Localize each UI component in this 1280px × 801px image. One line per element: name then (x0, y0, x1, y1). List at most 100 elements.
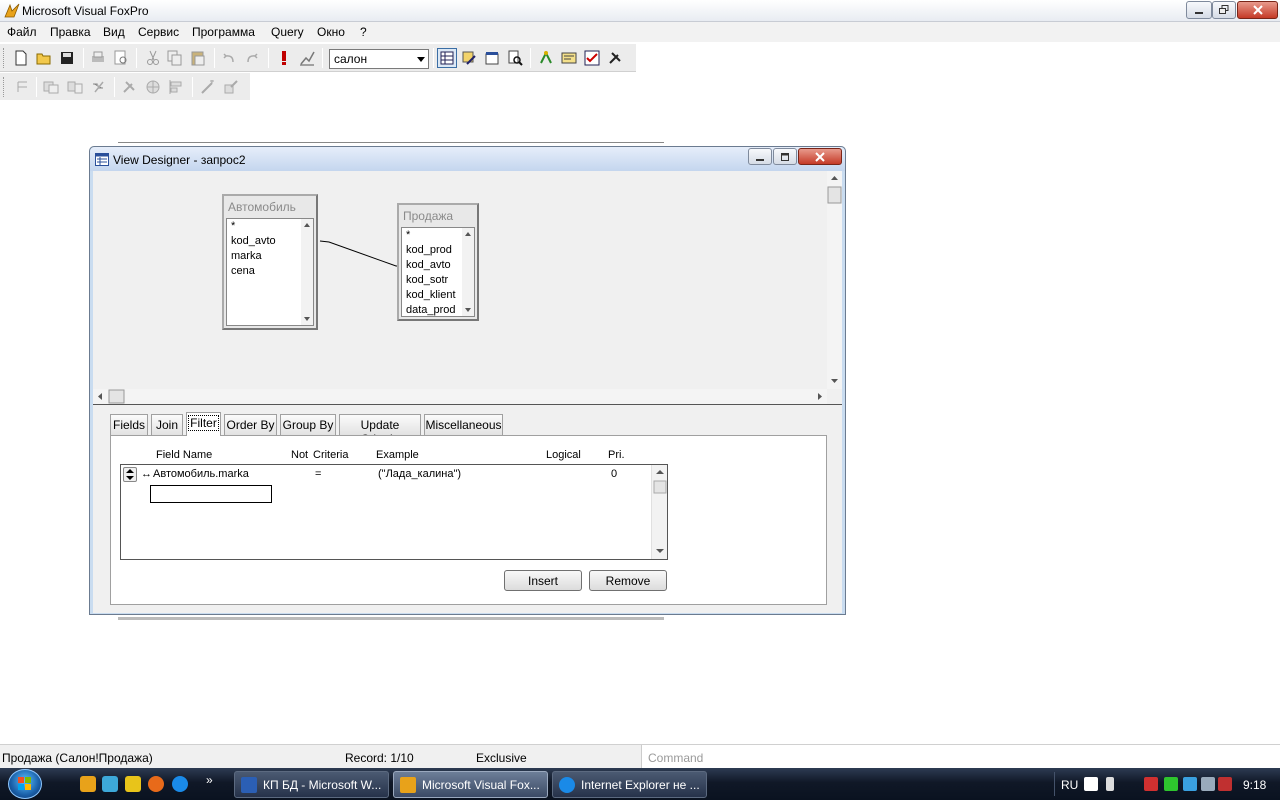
filter-grid-scrollbar[interactable] (651, 465, 667, 559)
class-browser-button[interactable] (536, 48, 556, 68)
table-field[interactable]: marka (231, 250, 262, 262)
builder-button[interactable] (221, 77, 241, 97)
diagram-horizontal-scrollbar[interactable] (93, 389, 827, 404)
command-window-button[interactable] (459, 48, 479, 68)
tab-fields[interactable]: Fields (110, 414, 148, 435)
table-field[interactable]: * (231, 220, 235, 232)
firefox-icon[interactable] (148, 776, 164, 792)
undo-button[interactable] (219, 48, 239, 68)
menu-query[interactable]: Query (271, 25, 304, 39)
start-button[interactable] (8, 769, 42, 799)
table-field-scrollbar[interactable] (462, 228, 474, 316)
code-references-button[interactable] (505, 48, 525, 68)
paste-button[interactable] (188, 48, 208, 68)
table-field-scrollbar[interactable] (301, 219, 313, 325)
table-field[interactable]: data_prod (406, 304, 456, 316)
remove-button[interactable]: Remove (589, 570, 667, 591)
print-preview-button[interactable] (111, 48, 131, 68)
table-field[interactable]: cena (231, 265, 255, 277)
tab-update-criteria[interactable]: Update Criteria (339, 414, 421, 446)
table-field[interactable]: kod_avto (231, 235, 276, 247)
close-button[interactable] (1237, 1, 1278, 19)
more-chevron-icon[interactable]: » (206, 773, 213, 787)
table-field-list[interactable]: * kod_avto marka cena (226, 218, 314, 326)
show-sql-button[interactable] (89, 77, 109, 97)
add-join-button[interactable] (65, 77, 85, 97)
keyboard-icon[interactable] (1106, 777, 1114, 791)
table-field[interactable]: kod_prod (406, 244, 452, 256)
task-pane-button[interactable] (605, 48, 625, 68)
toolbar-grip[interactable] (3, 77, 6, 97)
tab-join[interactable]: Join (151, 414, 183, 435)
vd-minimize-button[interactable] (748, 148, 772, 165)
database-select[interactable]: салон (329, 49, 429, 69)
wizard-button[interactable] (198, 77, 218, 97)
coverage-profiler-button[interactable] (582, 48, 602, 68)
table-field[interactable]: kod_klient (406, 289, 456, 301)
update-icon[interactable] (1218, 777, 1232, 791)
menu-program[interactable]: Программа (192, 25, 255, 39)
remove-table-button[interactable] (41, 77, 61, 97)
redo-button[interactable] (242, 48, 262, 68)
tab-filter[interactable]: Filter (186, 412, 221, 436)
task-word[interactable]: КП БД - Microsoft W... (234, 771, 389, 798)
minimize-button[interactable] (1186, 1, 1212, 19)
run-button[interactable] (274, 48, 294, 68)
filter-example[interactable]: ("Лада_калина") (378, 468, 461, 480)
modify-button[interactable] (297, 48, 317, 68)
new-filter-field-input[interactable] (150, 485, 272, 503)
table-box-prodazha[interactable]: Продажа * kod_prod kod_avto kod_sotr kod… (397, 203, 479, 321)
component-gallery-button[interactable] (559, 48, 579, 68)
avast-icon[interactable] (80, 776, 96, 792)
table-field-list[interactable]: * kod_prod kod_avto kod_sotr kod_klient … (401, 227, 475, 317)
menu-file[interactable]: Файл (7, 25, 37, 39)
tab-group-by[interactable]: Group By (280, 414, 336, 435)
vd-close-button[interactable] (798, 148, 842, 165)
insert-button[interactable]: Insert (504, 570, 582, 591)
cut-button[interactable] (143, 48, 163, 68)
language-indicator[interactable]: RU (1061, 778, 1078, 792)
restore-button[interactable] (1212, 1, 1236, 19)
copy-button[interactable] (165, 48, 185, 68)
tab-miscellaneous[interactable]: Miscellaneous (424, 414, 503, 435)
data-session-button[interactable] (437, 48, 457, 68)
open-button[interactable] (34, 48, 54, 68)
task-internet-explorer[interactable]: Internet Explorer не ... (552, 771, 707, 798)
menu-edit[interactable]: Правка (50, 25, 91, 39)
new-button[interactable] (11, 48, 31, 68)
help-icon[interactable] (1084, 777, 1098, 791)
table-field[interactable]: * (406, 229, 410, 241)
properties-button[interactable] (482, 48, 502, 68)
app-launcher-icon[interactable] (102, 776, 118, 792)
row-mover-button[interactable] (123, 467, 137, 482)
filter-field-name[interactable]: Автомобиль.marka (153, 468, 249, 480)
network-icon[interactable] (1183, 777, 1197, 791)
internet-explorer-icon[interactable] (172, 776, 188, 792)
toolbar-grip[interactable] (3, 48, 6, 68)
vd-maximize-button[interactable] (773, 148, 797, 165)
filter-criteria[interactable]: = (315, 468, 321, 480)
tab-order-by[interactable]: Order By (224, 414, 277, 435)
media-player-icon[interactable] (125, 776, 141, 792)
clock[interactable]: 9:18 (1243, 778, 1266, 792)
table-field[interactable]: kod_sotr (406, 274, 448, 286)
volume-icon[interactable] (1144, 777, 1158, 791)
battery-icon[interactable] (1164, 777, 1178, 791)
security-icon[interactable] (1201, 777, 1215, 791)
task-foxpro[interactable]: Microsoft Visual Fox... (393, 771, 548, 798)
menu-help[interactable]: ? (360, 25, 367, 39)
menu-tools[interactable]: Сервис (138, 25, 179, 39)
menu-window[interactable]: Окно (317, 25, 345, 39)
table-field[interactable]: kod_avto (406, 259, 451, 271)
command-input[interactable]: Command (641, 745, 1280, 769)
print-button[interactable] (88, 48, 108, 68)
save-button[interactable] (57, 48, 77, 68)
align-button[interactable] (166, 77, 186, 97)
table-box-avtomobil[interactable]: Автомобиль * kod_avto marka cena (222, 194, 318, 330)
query-destination-button[interactable] (119, 77, 139, 97)
view-designer-titlebar[interactable]: View Designer - запрос2 (90, 147, 845, 171)
add-table-button[interactable] (12, 77, 32, 97)
tables-diagram-pane[interactable]: Автомобиль * kod_avto marka cena Продажа… (93, 171, 842, 405)
diagram-vertical-scrollbar[interactable] (827, 171, 842, 389)
web-button[interactable] (143, 77, 163, 97)
